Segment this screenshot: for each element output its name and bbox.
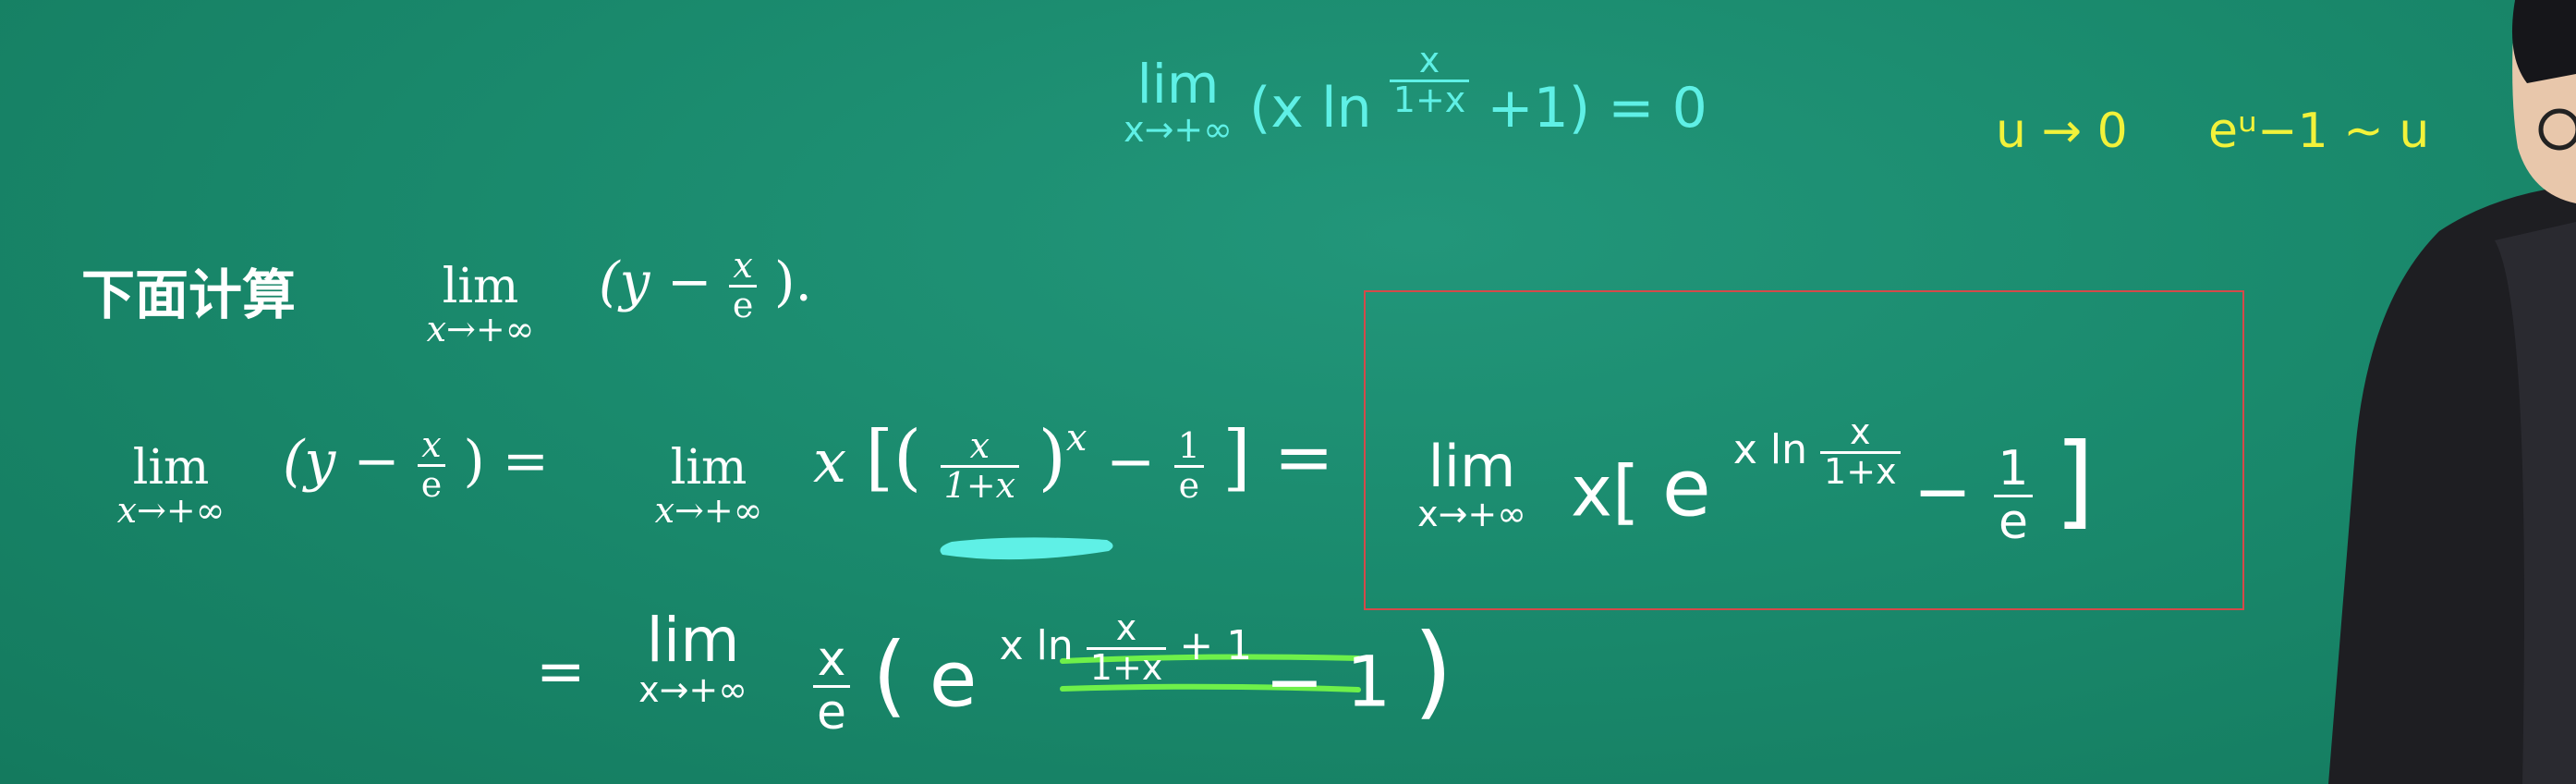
teacher-hair bbox=[2511, 0, 2576, 83]
screen: { "board": { "top_note": { "lim": "lim",… bbox=[0, 0, 2576, 784]
teacher-figure bbox=[2328, 0, 2576, 784]
